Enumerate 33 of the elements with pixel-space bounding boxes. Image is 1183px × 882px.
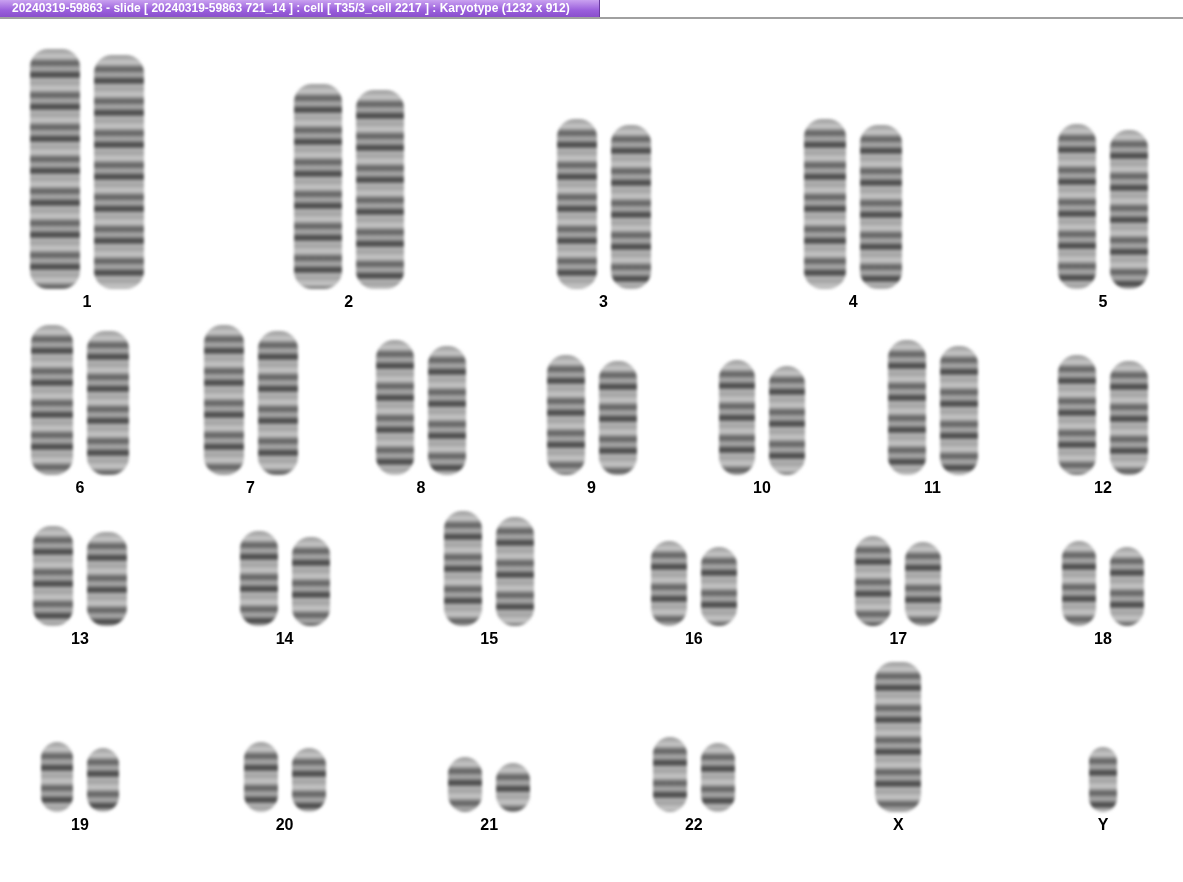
chromosome-label: 4 [848,293,858,311]
chromosome-label: 7 [246,479,255,497]
chromosome-drawing [87,748,119,812]
chromosome-label: 14 [275,630,294,648]
chromosome-label: 17 [889,630,908,648]
chromosome-label: 5 [1098,293,1108,311]
chromosome-label: 13 [71,630,89,648]
chromosome-label: 21 [480,816,499,834]
chromosome-drawing [291,748,326,812]
chromosome-drawing [496,763,531,812]
chromosome-label: 18 [1094,630,1112,648]
chromosome-label: 10 [753,479,771,497]
window-title: 20240319-59863 - slide [ 20240319-59863 721_14 ] : cell [ T35/3_cell 2217 ] : Karyotype (1232 x 912) [0,0,600,17]
chromosome-label: 22 [684,816,703,834]
chromosome-label: 20 [275,816,294,834]
chromosome-label: X [893,816,904,834]
chromosome-label: 2 [344,293,354,311]
chromosome-drawing [243,742,278,812]
chromosome-label: 3 [599,293,608,311]
chromosome-label: Y [1097,816,1109,834]
chromosome-drawing [1088,747,1117,812]
chromosome-label: 19 [71,816,89,834]
chromosome-label: 6 [75,479,85,497]
chromosome-drawing [41,742,73,812]
chromosome-label: 12 [1094,479,1112,497]
chromosome-label: 15 [480,630,499,648]
chromosome-label: 11 [924,479,941,497]
chromosome-label: 9 [587,479,596,497]
chromosome-label: 16 [684,630,703,648]
chromosome-label: 1 [82,293,92,311]
chromosome-label: 8 [416,479,426,497]
chromosome-drawing [448,757,483,812]
chromosome-drawing [700,743,735,812]
